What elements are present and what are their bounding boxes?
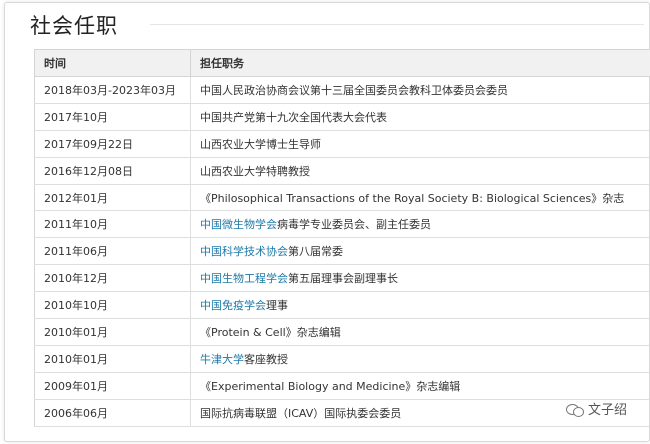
section-title: 社会任职 <box>30 10 128 40</box>
position-text: 中国共产党第十九次全国代表大会代表 <box>200 110 387 124</box>
row-date: 2010年10月 <box>34 291 191 320</box>
table-row: 2011年10月 中国微生物学会病毒学专业委员会、副主任委员 <box>34 210 650 239</box>
row-position: 山西农业大学特聘教授 <box>190 157 650 185</box>
table-row: 2016年12月08日 山西农业大学特聘教授 <box>34 157 650 185</box>
row-date: 2011年06月 <box>34 237 191 266</box>
row-position: 山西农业大学博士生导师 <box>190 130 650 158</box>
table-row: 2010年01月 牛津大学客座教授 <box>34 345 650 373</box>
row-position: 中国人民政治协商会议第十三届全国委员会教科卫体委员会委员 <box>190 76 650 104</box>
row-position: 《Experimental Biology and Medicine》杂志编辑 <box>190 372 650 400</box>
position-text: 《Philosophical Transactions of the Royal… <box>200 191 625 205</box>
position-text: 第八届常委 <box>288 245 343 259</box>
row-position: 中国免疫学会理事 <box>190 291 650 320</box>
position-text: 《Protein & Cell》杂志编辑 <box>200 325 341 339</box>
position-text: 《Experimental Biology and Medicine》杂志编辑 <box>200 379 461 393</box>
table-row: 2010年12月 中国生物工程学会第五届理事会副理事长 <box>34 264 650 293</box>
organization-link[interactable]: 中国科学技术协会 <box>200 245 288 258</box>
position-text: 病毒学专业委员会、副主任委员 <box>277 218 431 232</box>
position-text: 客座教授 <box>244 352 288 366</box>
table-row: 2018年03月-2023年03月 中国人民政治协商会议第十三届全国委员会教科卫体… <box>34 76 650 104</box>
organization-link[interactable]: 中国微生物学会 <box>200 218 277 231</box>
row-position: 牛津大学客座教授 <box>190 345 650 373</box>
organization-link[interactable]: 牛津大学 <box>200 353 244 366</box>
position-text: 理事 <box>266 299 288 313</box>
table-header-row: 时间 担任职务 <box>34 49 650 77</box>
row-position: 《Philosophical Transactions of the Royal… <box>190 184 650 212</box>
header-date: 时间 <box>34 49 191 77</box>
position-text: 山西农业大学特聘教授 <box>200 164 310 178</box>
position-text: 国际抗病毒联盟（ICAV）国际执委会委员 <box>200 406 402 420</box>
organization-link[interactable]: 中国生物工程学会 <box>200 272 288 285</box>
row-date: 2018年03月-2023年03月 <box>34 76 191 104</box>
row-position: 中国微生物学会病毒学专业委员会、副主任委员 <box>190 210 650 239</box>
title-divider <box>150 24 644 25</box>
table-body: 2018年03月-2023年03月 中国人民政治协商会议第十三届全国委员会教科卫体… <box>34 76 650 427</box>
position-text: 山西农业大学博士生导师 <box>200 137 321 151</box>
organization-link[interactable]: 中国免疫学会 <box>200 299 266 312</box>
table-row: 2011年06月 中国科学技术协会第八届常委 <box>34 237 650 266</box>
table-row: 2006年06月 国际抗病毒联盟（ICAV）国际执委会委员 <box>34 399 650 427</box>
watermark: 文子绍 <box>566 399 627 418</box>
row-date: 2010年01月 <box>34 318 191 346</box>
row-position: 中国共产党第十九次全国代表大会代表 <box>190 103 650 131</box>
row-date: 2010年01月 <box>34 345 191 373</box>
header-position: 担任职务 <box>190 49 650 77</box>
row-date: 2017年10月 <box>34 103 191 131</box>
table-row: 2017年10月 中国共产党第十九次全国代表大会代表 <box>34 103 650 131</box>
row-date: 2010年12月 <box>34 264 191 293</box>
table-row: 2009年01月 《Experimental Biology and Medici… <box>34 372 650 400</box>
row-position: 中国科学技术协会第八届常委 <box>190 237 650 266</box>
position-text: 第五届理事会副理事长 <box>288 272 398 286</box>
row-position: 《Protein & Cell》杂志编辑 <box>190 318 650 346</box>
row-position: 中国生物工程学会第五届理事会副理事长 <box>190 264 650 293</box>
wechat-icon <box>566 402 584 417</box>
position-text: 中国人民政治协商会议第十三届全国委员会教科卫体委员会委员 <box>200 83 508 97</box>
row-date: 2006年06月 <box>34 399 191 427</box>
table-row: 2017年09月22日 山西农业大学博士生导师 <box>34 130 650 158</box>
row-date: 2016年12月08日 <box>34 157 191 185</box>
row-date: 2012年01月 <box>34 184 191 212</box>
positions-table: 时间 担任职务 2018年03月-2023年03月 中国人民政治协商会议第十三届全… <box>34 49 650 427</box>
row-date: 2017年09月22日 <box>34 130 191 158</box>
watermark-text: 文子绍 <box>588 403 628 418</box>
row-date: 2011年10月 <box>34 210 191 239</box>
table-row: 2012年01月 《Philosophical Transactions of t… <box>34 184 650 212</box>
table-row: 2010年10月 中国免疫学会理事 <box>34 291 650 320</box>
table-row: 2010年01月 《Protein & Cell》杂志编辑 <box>34 318 650 346</box>
row-date: 2009年01月 <box>34 372 191 400</box>
